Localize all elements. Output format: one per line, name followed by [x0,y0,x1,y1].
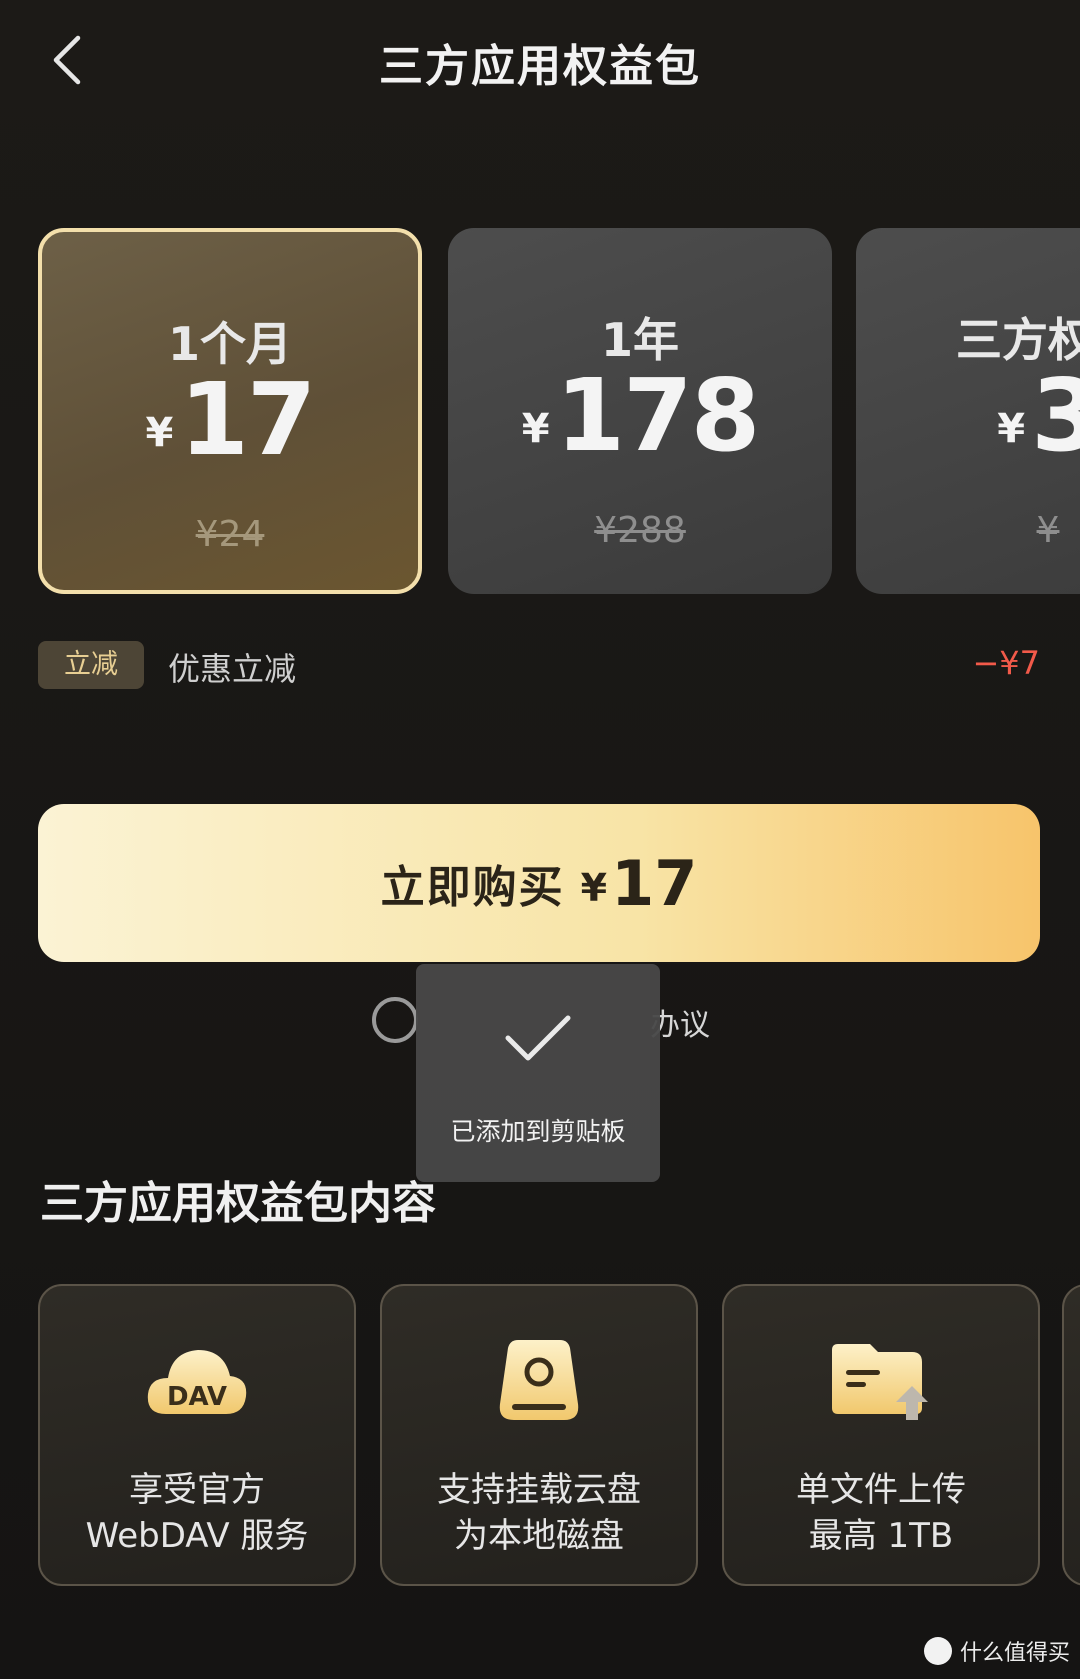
feature-line1: 享受官方 [129,1470,265,1510]
section-title: 三方应用权益包内容 [40,1178,436,1229]
plan-card-third[interactable]: 三方权益 ¥ 3 ¥ [856,228,1080,594]
feature-line2: 最高 1TB [808,1516,954,1556]
discount-label: 优惠立减 [168,650,297,688]
discount-tag: 立减 [38,641,144,689]
plan-original-price: ¥24 [195,514,265,555]
page-title: 三方应用权益包 [379,41,701,92]
watermark: 什么值得买 [923,1635,1070,1667]
feature-list: DAV 享受官方 WebDAV 服务 支持挂载云盘 为本地磁盘 单文件上传 最高… [0,1284,1080,1586]
folder-upload-icon [724,1334,1038,1424]
dav-cloud-icon: DAV [40,1334,354,1424]
plan-list: 1个月 ¥ 17 ¥24 1年 ¥ 178 ¥288 三方权益 ¥ 3 ¥ [0,228,1080,594]
agreement-radio[interactable] [372,997,418,1043]
watermark-text: 什么值得买 [959,1641,1070,1666]
buy-amount: 17 [611,846,698,920]
feature-line1: 单文件上传 [796,1470,966,1510]
feature-line2: WebDAV 服务 [85,1516,309,1556]
buy-currency: ¥ [580,866,608,910]
feature-card-upload: 单文件上传 最高 1TB [722,1284,1040,1586]
plan-currency: ¥ [521,406,550,452]
buy-label: 立即购买 [380,862,565,913]
plan-currency: ¥ [145,410,174,456]
plan-amount: 178 [555,357,761,474]
plan-price: ¥ 3 [856,366,1080,466]
discount-row: 立减 优惠立减 −¥7 [38,640,1040,690]
plan-amount: 17 [179,361,316,478]
watermark-logo-icon [923,1637,952,1665]
discount-value: −¥7 [972,644,1040,682]
feature-card-partial [1062,1284,1080,1586]
plan-currency: ¥ [997,406,1026,452]
plan-original-price: ¥ [1036,510,1060,551]
plan-price: ¥ 178 [448,366,832,466]
toast-text: 已添加到剪贴板 [450,1117,626,1146]
svg-text:DAV: DAV [167,1382,227,1412]
disk-sync-icon [382,1334,696,1424]
feature-line2: 为本地磁盘 [454,1516,624,1556]
plan-card-monthly[interactable]: 1个月 ¥ 17 ¥24 [38,228,422,594]
plan-amount: 3 [1031,357,1080,474]
feature-line1: 支持挂载云盘 [437,1470,641,1510]
buy-now-button[interactable]: 立即购买 ¥ 17 [38,804,1040,962]
feature-card-mount: 支持挂载云盘 为本地磁盘 [380,1284,698,1586]
plan-original-price: ¥288 [594,510,686,551]
plan-price: ¥ 17 [42,370,418,470]
clipboard-toast: 已添加到剪贴板 [416,964,660,1182]
header: 三方应用权益包 [0,0,1080,120]
feature-card-webdav: DAV 享受官方 WebDAV 服务 [38,1284,356,1586]
check-icon [505,1015,571,1061]
plan-card-yearly[interactable]: 1年 ¥ 178 ¥288 [448,228,832,594]
